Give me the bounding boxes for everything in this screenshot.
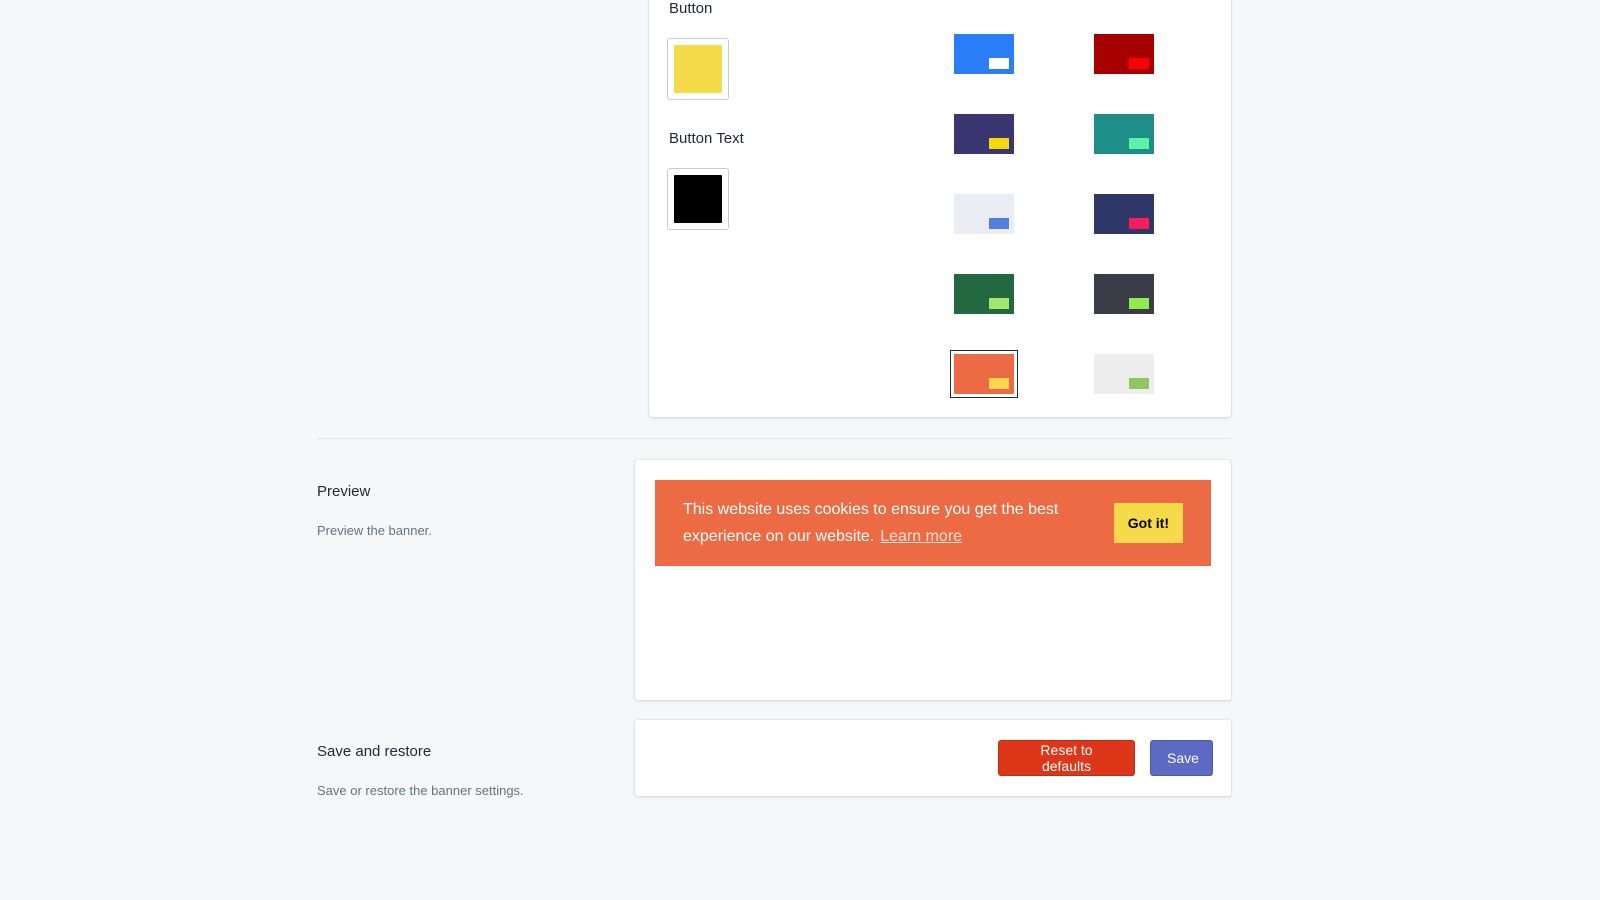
theme-swatch-button-color [989,378,1009,389]
preview-section-title: Preview [317,483,371,500]
theme-swatch[interactable] [954,194,1014,234]
colors-card: Button Button Text [649,0,1231,417]
theme-swatch[interactable] [1094,34,1154,74]
theme-swatch-button-color [989,58,1009,69]
button-color-fill [674,45,722,93]
theme-swatch-button-color [1129,378,1149,389]
theme-swatch-button-color [1129,218,1149,229]
got-it-button[interactable]: Got it! [1113,503,1183,543]
theme-swatch[interactable] [950,350,1018,398]
save-restore-card: Reset to defaults Save [635,720,1231,796]
button-text-color-swatch[interactable] [667,168,729,230]
theme-swatch[interactable] [1094,194,1154,234]
button-text-color-fill [674,175,722,223]
theme-swatch[interactable] [954,274,1014,314]
button-color-swatch[interactable] [667,38,729,100]
theme-swatch-button-color [1129,298,1149,309]
theme-swatch-button-color [989,298,1009,309]
button-text-color-label: Button Text [669,130,744,147]
section-divider [317,438,1231,439]
cookie-banner-message: This website uses cookies to ensure you … [683,496,1083,550]
save-button[interactable]: Save [1150,740,1213,776]
theme-swatch-button-color [989,218,1009,229]
preview-card: This website uses cookies to ensure you … [635,460,1231,700]
theme-swatch[interactable] [954,34,1014,74]
learn-more-link[interactable]: Learn more [880,528,962,545]
save-restore-section-title: Save and restore [317,743,432,760]
theme-swatch-button-color [989,138,1009,149]
theme-swatch-button-color [1129,138,1149,149]
theme-swatch-button-color [1129,58,1149,69]
button-color-label: Button [669,0,713,17]
theme-swatch[interactable] [954,114,1014,154]
save-restore-section-description: Save or restore the banner settings. [317,783,524,798]
theme-swatch[interactable] [1094,114,1154,154]
reset-to-defaults-button[interactable]: Reset to defaults [998,740,1135,776]
theme-swatch[interactable] [1094,354,1154,394]
cookie-banner-preview: This website uses cookies to ensure you … [655,480,1211,566]
preview-section-description: Preview the banner. [317,523,432,538]
theme-swatch[interactable] [1094,274,1154,314]
cookie-banner-message-text: This website uses cookies to ensure you … [683,501,1059,545]
